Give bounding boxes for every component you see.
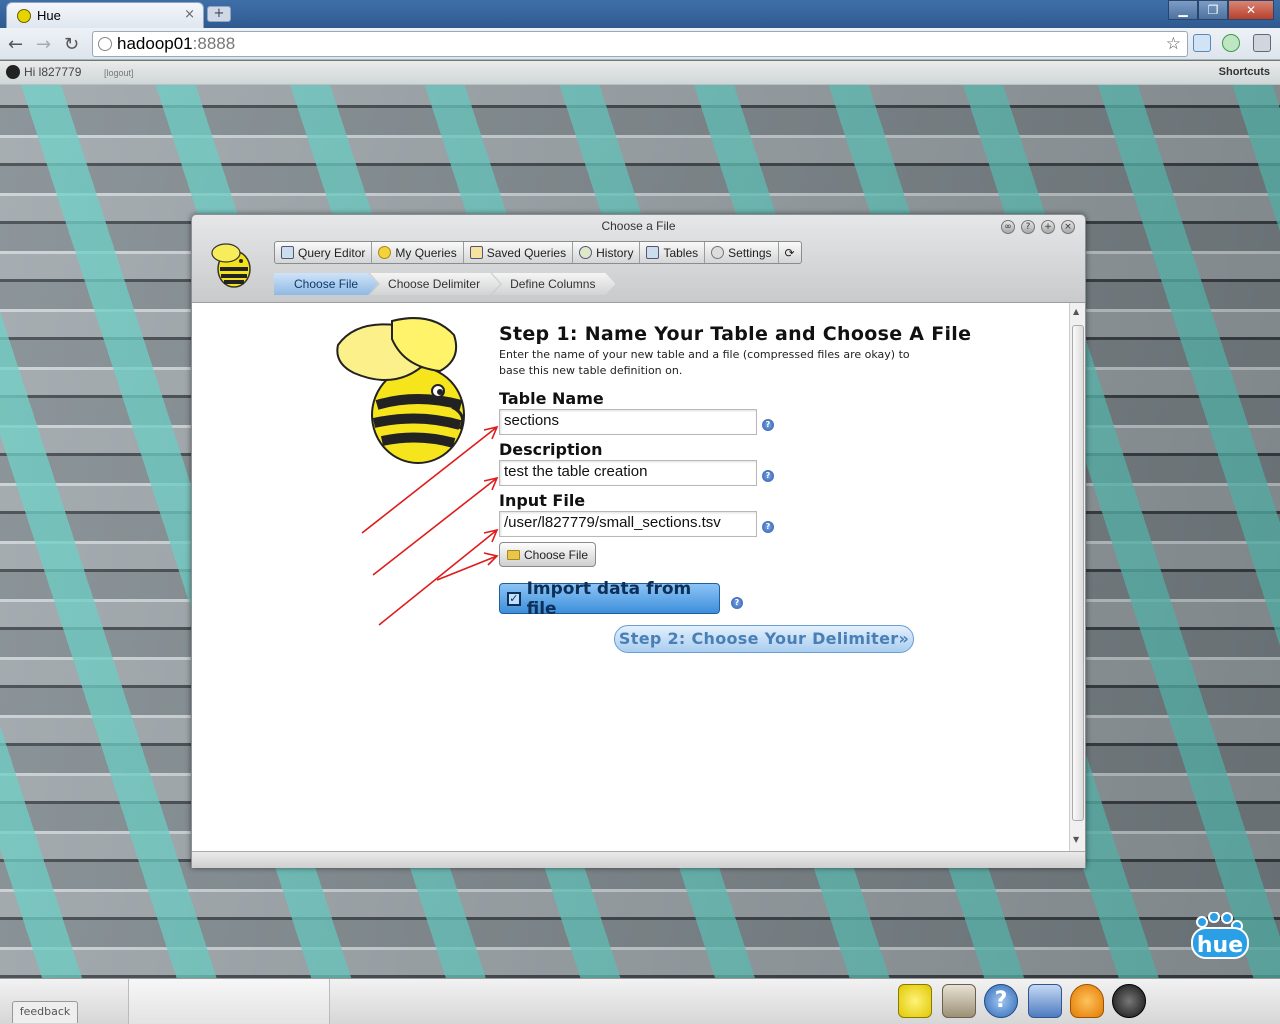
wrench-menu-icon[interactable] xyxy=(1253,34,1271,52)
saved-queries-icon xyxy=(469,246,483,259)
skype-extension-icon[interactable] xyxy=(1222,34,1240,52)
query-editor-icon xyxy=(281,246,294,259)
import-help-icon[interactable]: ? xyxy=(731,597,743,609)
hue-favicon-icon xyxy=(17,9,31,23)
scroll-down-icon[interactable]: ▼ xyxy=(1073,835,1079,844)
description-input[interactable]: test the table creation xyxy=(499,460,757,486)
app-navigation: Query Editor My Queries Saved Queries Hi… xyxy=(274,241,802,264)
nav-query-editor[interactable]: Query Editor xyxy=(275,242,373,263)
user-paw-icon xyxy=(6,65,20,79)
form-content: Step 1: Name Your Table and Choose A Fil… xyxy=(192,303,1069,851)
choose-file-button[interactable]: Choose File xyxy=(499,542,596,567)
clock-icon xyxy=(579,246,593,259)
tab-close-icon[interactable]: × xyxy=(184,7,195,22)
nav-tables[interactable]: Tables xyxy=(640,242,706,263)
import-label: Import data from file xyxy=(526,578,692,619)
reload-icon[interactable]: ↻ xyxy=(64,34,79,55)
import-checkbox[interactable]: ✓ xyxy=(507,591,521,606)
address-bar[interactable]: hadoop01:8888 ☆ xyxy=(92,31,1188,57)
window-status-bar xyxy=(192,851,1085,868)
step-choose-file[interactable]: Choose File xyxy=(274,273,378,295)
logout-link[interactable]: [logout] xyxy=(104,68,134,78)
window-header: Choose a File ∞ ? + × Query Editor My Qu… xyxy=(192,215,1085,303)
window-maximize-icon[interactable]: + xyxy=(1041,220,1055,234)
scroll-up-icon[interactable]: ▲ xyxy=(1073,307,1079,316)
table-name-help-icon[interactable]: ? xyxy=(762,419,774,431)
file-browser-icon[interactable] xyxy=(942,984,976,1018)
page-heading: Step 1: Name Your Table and Choose A Fil… xyxy=(499,323,972,345)
beeswax-app-icon xyxy=(211,243,251,288)
job-designer-icon[interactable] xyxy=(1028,984,1062,1018)
input-file-label: Input File xyxy=(499,491,586,510)
close-window-button[interactable]: ✕ xyxy=(1228,0,1274,20)
bookmark-star-icon[interactable]: ☆ xyxy=(1166,34,1181,54)
step-define-columns[interactable]: Define Columns xyxy=(492,273,615,295)
user-admin-icon[interactable] xyxy=(1112,984,1146,1018)
scroll-thumb[interactable] xyxy=(1072,325,1084,821)
window-link-icon[interactable]: ∞ xyxy=(1001,220,1015,234)
vertical-scrollbar[interactable]: ▲ ▼ xyxy=(1069,303,1085,851)
description-label: Description xyxy=(499,440,603,459)
table-name-label: Table Name xyxy=(499,389,604,408)
dock-separator xyxy=(128,979,330,1024)
window-help-icon[interactable]: ? xyxy=(1021,220,1035,234)
gear-icon xyxy=(711,246,725,259)
browser-toolbar: ← → ↻ hadoop01:8888 ☆ xyxy=(0,28,1280,60)
job-browser-icon[interactable] xyxy=(1070,984,1104,1018)
back-icon[interactable]: ← xyxy=(8,34,23,55)
description-help-icon[interactable]: ? xyxy=(762,470,774,482)
beeswax-mascot-logo xyxy=(336,317,465,464)
star-icon xyxy=(378,246,392,259)
input-file-help-icon[interactable]: ? xyxy=(762,521,774,533)
step-choose-delimiter[interactable]: Choose Delimiter xyxy=(370,273,500,295)
browser-titlebar: Hue × + ▁ ❐ ✕ xyxy=(0,0,1280,28)
import-data-toggle[interactable]: ✓ Import data from file xyxy=(499,579,720,619)
window-controls: ▁ ❐ ✕ xyxy=(1168,0,1274,22)
minimize-button[interactable]: ▁ xyxy=(1168,0,1198,20)
beeswax-icon[interactable] xyxy=(898,984,932,1018)
browser-tab[interactable]: Hue × xyxy=(6,2,204,28)
nav-my-queries[interactable]: My Queries xyxy=(372,242,464,263)
hue-top-bar: Hi l827779 [logout] Shortcuts xyxy=(0,61,1280,85)
window-close-icon[interactable]: × xyxy=(1061,220,1075,234)
extension-icon[interactable] xyxy=(1193,34,1211,52)
beeswax-window: Choose a File ∞ ? + × Query Editor My Qu… xyxy=(191,214,1086,868)
nav-history[interactable]: History xyxy=(573,242,641,263)
refresh-button[interactable]: ⟳ xyxy=(779,242,801,263)
nav-settings[interactable]: Settings xyxy=(705,242,779,263)
forward-icon[interactable]: → xyxy=(36,34,51,55)
shortcuts-menu[interactable]: Shortcuts xyxy=(1219,66,1270,78)
table-name-input[interactable]: sections xyxy=(499,409,757,435)
input-file-input[interactable]: /user/l827779/small_sections.tsv xyxy=(499,511,757,537)
help-icon[interactable]: ? xyxy=(984,984,1018,1018)
folder-icon xyxy=(506,549,520,560)
next-step-button[interactable]: Step 2: Choose Your Delimiter» xyxy=(614,625,914,653)
hue-logo-text: hue xyxy=(1197,933,1243,958)
tables-icon xyxy=(646,246,660,259)
feedback-tab[interactable]: feedback xyxy=(12,1001,78,1023)
window-title: Choose a File xyxy=(601,219,676,233)
wizard-steps: Choose File Choose Delimiter Define Colu… xyxy=(274,273,607,295)
new-tab-button[interactable]: + xyxy=(207,6,231,22)
greeting: Hi l827779 xyxy=(24,65,82,79)
hue-brand-logo: hue xyxy=(1191,912,1249,959)
window-controls: ∞ ? + × xyxy=(1001,220,1075,234)
url-text[interactable]: hadoop01:8888 xyxy=(117,34,235,54)
refresh-icon: ⟳ xyxy=(784,245,795,260)
tab-title: Hue xyxy=(37,8,61,23)
annotation-arrows xyxy=(361,425,499,626)
nav-saved-queries[interactable]: Saved Queries xyxy=(464,242,574,263)
maximize-button[interactable]: ❐ xyxy=(1198,0,1228,20)
intro-text: Enter the name of your new table and a f… xyxy=(499,348,910,377)
page-icon xyxy=(98,37,112,51)
